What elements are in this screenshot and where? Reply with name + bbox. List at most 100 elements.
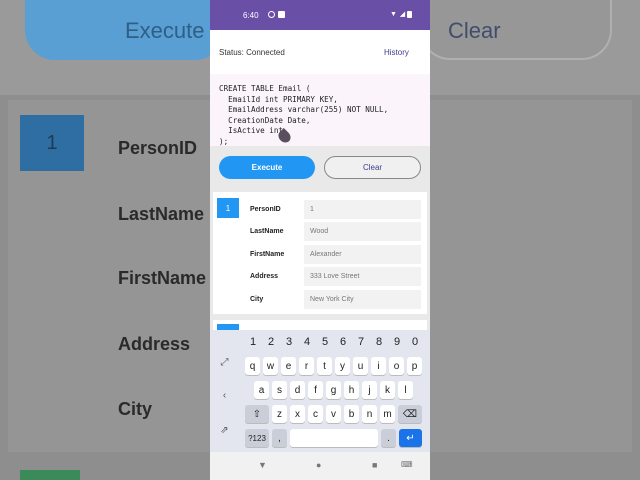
background-field-label: Address [118,334,191,354]
key-k[interactable]: k [380,381,395,399]
record-card: 1 PersonID 1 LastName Wood FirstName Ale… [213,192,427,314]
keyboard-side-tools: ⤢ ‹ ⇗ [210,350,239,452]
key-6[interactable]: 6 [337,336,349,348]
key-x[interactable]: x [290,405,305,423]
key-l[interactable]: l [398,381,413,399]
shift-key[interactable]: ⇧ [245,405,269,423]
background-clear-label: Clear [448,18,501,43]
backspace-key[interactable]: ⌫ [398,405,422,423]
key-h[interactable]: h [344,381,359,399]
key-w[interactable]: w [263,357,278,375]
key-t[interactable]: t [317,357,332,375]
record-row: PersonID 1 [213,200,427,220]
navigation-bar: ▼ ● ■ ⌨ [210,452,430,480]
key-i[interactable]: i [371,357,386,375]
key-q[interactable]: q [245,357,260,375]
period-key[interactable]: . [381,429,396,447]
key-v[interactable]: v [326,405,341,423]
field-value: 1 [304,200,421,219]
field-value: New York City [304,290,421,309]
record-row: FirstName Alexander [213,245,427,265]
background-record-number: 1 [20,115,84,171]
background-field-label: FirstName [118,268,207,288]
key-4[interactable]: 4 [301,336,313,348]
enter-key[interactable]: ↵ [399,429,422,447]
key-n[interactable]: n [362,405,377,423]
history-button[interactable]: History [384,48,409,57]
key-3[interactable]: 3 [283,336,295,348]
resize-icon[interactable]: ⤢ [219,357,230,368]
key-u[interactable]: u [353,357,368,375]
phone-screen: 6:40 ▼ ◢ Status: Connected History CREAT… [210,0,430,480]
signal-icon: ◢ [399,11,406,18]
field-label: Address [250,273,279,280]
background-execute-button: Execute [25,0,225,60]
keyboard-switch-icon[interactable]: ⌨ [401,460,413,469]
sql-editor[interactable]: CREATE TABLE Email ( EmailId int PRIMARY… [210,74,430,146]
soft-keyboard: 1 2 3 4 5 6 7 8 9 0 ⤢ ‹ ⇗ q w e r t y u … [210,330,430,452]
key-5[interactable]: 5 [319,336,331,348]
field-label: City [250,296,264,303]
background-bottom-edge [20,470,80,480]
key-e[interactable]: e [281,357,296,375]
key-1[interactable]: 1 [247,336,259,348]
key-m[interactable]: m [380,405,395,423]
key-a[interactable]: a [254,381,269,399]
key-b[interactable]: b [344,405,359,423]
key-o[interactable]: o [389,357,404,375]
background-field-label: LastName [118,204,205,224]
clear-button[interactable]: Clear [324,156,421,179]
symbols-key[interactable]: ?123 [245,429,269,447]
wifi-icon: ▼ [390,11,397,18]
shift-icon: ⇧ [252,408,262,420]
key-7[interactable]: 7 [355,336,367,348]
record-row: LastName Wood [213,222,427,242]
back-icon[interactable]: ▼ [258,460,267,470]
key-j[interactable]: j [362,381,377,399]
app-bar: Status: Connected History [210,30,430,74]
background-execute-label: Execute [125,18,205,43]
key-8[interactable]: 8 [373,336,385,348]
key-p[interactable]: p [407,357,422,375]
background-field-label: PersonID [118,138,198,158]
execute-button[interactable]: Execute [219,156,315,179]
home-icon[interactable]: ● [316,460,321,470]
key-s[interactable]: s [272,381,287,399]
comma-key[interactable]: , [272,429,287,447]
status-bar: 6:40 ▼ ◢ [210,0,430,30]
results-list[interactable]: 1 PersonID 1 LastName Wood FirstName Ale… [210,190,430,330]
field-label: FirstName [250,251,285,258]
backspace-icon: ⌫ [402,408,418,420]
field-label: LastName [250,228,284,235]
action-bar: Execute Clear [210,146,430,190]
clock: 6:40 [243,11,259,20]
enter-icon: ↵ [406,432,415,444]
field-label: PersonID [250,206,281,213]
field-value: Alexander [304,245,421,264]
background-clear-button: Clear [420,0,612,60]
connection-status: Status: Connected [219,48,285,57]
field-value: Wood [304,222,421,241]
key-2[interactable]: 2 [265,336,277,348]
float-keyboard-icon[interactable]: ⇗ [219,425,230,436]
key-z[interactable]: z [272,405,287,423]
background-field-label: City [118,399,153,419]
notification-icon [268,11,275,18]
record-card-partial [213,320,427,330]
chevron-left-icon[interactable]: ‹ [219,390,230,401]
key-9[interactable]: 9 [391,336,403,348]
key-0[interactable]: 0 [409,336,421,348]
sim-icon [278,11,285,18]
space-key[interactable] [290,429,378,447]
field-value: 333 Love Street [304,267,421,286]
recents-icon[interactable]: ■ [372,460,377,470]
battery-icon [407,11,412,18]
key-d[interactable]: d [290,381,305,399]
key-r[interactable]: r [299,357,314,375]
record-row: Address 333 Love Street [213,267,427,287]
key-y[interactable]: y [335,357,350,375]
key-g[interactable]: g [326,381,341,399]
key-f[interactable]: f [308,381,323,399]
key-c[interactable]: c [308,405,323,423]
record-row: City New York City [213,290,427,310]
